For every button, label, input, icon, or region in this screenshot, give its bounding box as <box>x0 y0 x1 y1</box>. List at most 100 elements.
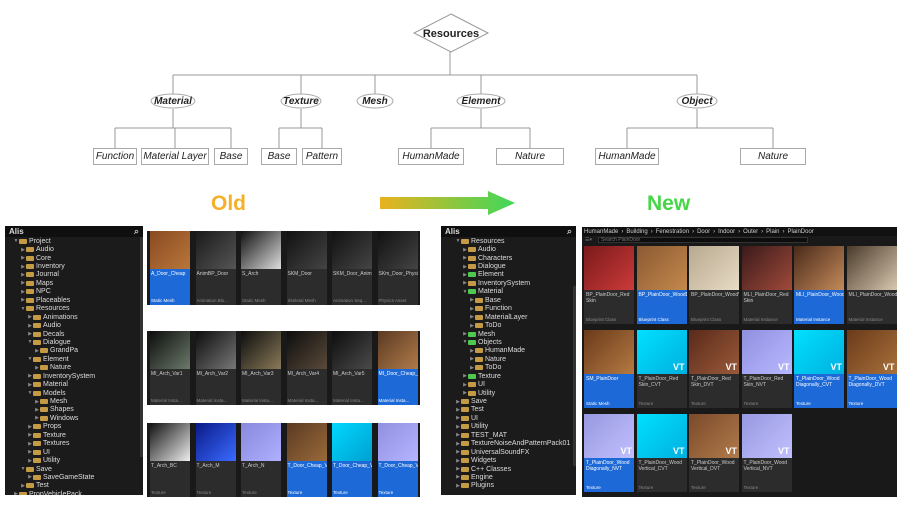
tree-item-animations[interactable]: ▶ Animations <box>5 313 143 321</box>
asset-tile[interactable]: MI_Arch_Var2 Material Insta... <box>195 331 236 405</box>
asset-tile[interactable]: MI_Arch_Var3 Material Insta... <box>241 331 281 405</box>
tree-item-shapes[interactable]: ▶ Shapes <box>5 406 143 414</box>
asset-tile[interactable]: T_PlainDoor_Wood Diagonally_DVT Texture VT <box>846 330 897 408</box>
tree-item-ui[interactable]: ▶ UI <box>441 380 576 388</box>
tree-item-dialogue[interactable]: ▶ Dialogue <box>441 262 576 270</box>
tree-item-materiallayer[interactable]: ▶ MaterialLayer <box>441 313 576 321</box>
asset-tile[interactable]: T_Arch_M Texture <box>195 423 236 497</box>
asset-tile[interactable]: T_Arch_BC Texture <box>150 423 190 497</box>
tree-item-todo[interactable]: ▶ ToDo <box>441 321 576 329</box>
asset-tile[interactable]: MI_Arch_Var5 Material Insta... <box>332 331 372 405</box>
tree-item-element[interactable]: ▼ Element <box>5 355 143 363</box>
tree-item-widgets[interactable]: ▶ Widgets <box>441 456 576 464</box>
breadcrumb-item[interactable]: PlainDoor <box>787 229 813 235</box>
tree-item-props[interactable]: ▶ Props <box>5 423 143 431</box>
tree-item-project[interactable]: ▼ Project <box>5 237 143 245</box>
tree-item-inventorysystem[interactable]: ▶ InventorySystem <box>441 279 576 287</box>
asset-tile[interactable]: T_PlainDoor_Wood Vertical_DVT Texture VT <box>689 414 739 492</box>
breadcrumb-item[interactable]: Plain <box>766 229 779 235</box>
breadcrumb-item[interactable]: HumanMade <box>584 229 618 235</box>
tree-item-ui[interactable]: ▶ UI <box>441 414 576 422</box>
asset-tile[interactable]: MLI_PlainDoor_WoodDiagonally Material Ins… <box>794 246 844 324</box>
tree-item-engine[interactable]: ▶ Engine <box>441 473 576 481</box>
breadcrumb-item[interactable]: Door <box>697 229 710 235</box>
tree-item-audio[interactable]: ▶ Audio <box>5 245 143 253</box>
tree-item-mesh[interactable]: ▶ Mesh <box>441 330 576 338</box>
asset-tile[interactable]: MI_Door_Cheap_V1 Material Insta... <box>377 331 418 405</box>
tree-item-windows[interactable]: ▶ Windows <box>5 414 143 422</box>
asset-tile[interactable]: T_Door_Cheap_Var1_BC Texture <box>286 423 327 497</box>
asset-tile[interactable]: T_PlainDoor_Red Skin_CVT Texture VT <box>636 330 687 408</box>
asset-tile[interactable]: T_PlainDoor_Red Skin_DVT Texture VT <box>689 330 739 408</box>
tree-item-maps[interactable]: ▶ Maps <box>5 279 143 287</box>
asset-tile[interactable]: SKm_Door_PhysicsAsset Physics Asset <box>377 231 418 305</box>
tree-item-material[interactable]: ▶ Material <box>5 380 143 388</box>
search-icon[interactable]: ⌕ <box>134 226 139 237</box>
tree-item-test[interactable]: ▶ Test <box>441 406 576 414</box>
asset-tile[interactable]: BP_PlainDoor_Red Skin Blueprint Class <box>584 246 634 324</box>
search-icon[interactable]: ⌕ <box>567 226 572 237</box>
asset-tile[interactable]: BP_PlainDoor_WoodVertical Blueprint Class <box>689 246 739 324</box>
asset-tile[interactable]: MI_Arch_Var4 Material Insta... <box>286 331 327 405</box>
tree-item-plugins[interactable]: ▶ Plugins <box>441 482 576 490</box>
tree-item-save[interactable]: ▶ Save <box>441 397 576 405</box>
tree-item-base[interactable]: ▶ Base <box>441 296 576 304</box>
breadcrumb-item[interactable]: Indoor <box>718 229 735 235</box>
asset-tile[interactable]: SKM_Door Skeletal Mesh <box>286 231 327 305</box>
tree-item-c-classes[interactable]: ▶ C++ Classes <box>441 465 576 473</box>
tree-item-save[interactable]: ▼ Save <box>5 465 143 473</box>
tree-item-inventorysystem[interactable]: ▶ InventorySystem <box>5 372 143 380</box>
tree-item-audio[interactable]: ▶ Audio <box>5 321 143 329</box>
tree-item-propvehiclepack[interactable]: ▶ PropVehiclePack <box>5 490 143 495</box>
asset-tile[interactable]: T_PlainDoor_Wood Diagonally_CVT Texture VT <box>794 330 844 408</box>
search-input[interactable]: Search PlainDoor <box>598 237 808 243</box>
tree-item-texture[interactable]: ▶ Texture <box>5 431 143 439</box>
tree-item-placeables[interactable]: ▶ Placeables <box>5 296 143 304</box>
asset-tile[interactable]: T_Door_Cheap_Var1_Normal Texture <box>377 423 418 497</box>
tree-item-ui[interactable]: ▶ UI <box>5 448 143 456</box>
breadcrumb-item[interactable]: Building <box>626 229 647 235</box>
tree-item-todo[interactable]: ▶ ToDo <box>441 364 576 372</box>
old-tree-scrollbar[interactable] <box>140 237 143 457</box>
tree-item-savegamestate[interactable]: ▶ SaveGameState <box>5 473 143 481</box>
tree-item-nature[interactable]: ▶ Nature <box>5 364 143 372</box>
tree-item-core[interactable]: ▶ Core <box>5 254 143 262</box>
asset-tile[interactable]: T_PlainDoor_Red Skin_NVT Texture VT <box>741 330 792 408</box>
asset-tile[interactable]: T_PlainDoor_Wood Vertical_NVT Texture VT <box>741 414 792 492</box>
tree-item-material[interactable]: ▼ Material <box>441 288 576 296</box>
filter-icon[interactable]: ☰▾ <box>585 237 592 243</box>
asset-tile[interactable]: T_PlainDoor_Wood Diagonally_NVT Texture VT <box>584 414 634 492</box>
tree-item-decals[interactable]: ▶ Decals <box>5 330 143 338</box>
asset-tile[interactable]: SM_PlainDoor Static Mesh <box>584 330 634 408</box>
tree-item-objects[interactable]: ▼ Objects <box>441 338 576 346</box>
tree-item-utility[interactable]: ▶ Utility <box>441 423 576 431</box>
tree-item-audio[interactable]: ▶ Audio <box>441 245 576 253</box>
asset-tile[interactable]: SKM_Door_Anim Animation Seq... <box>332 231 372 305</box>
asset-tile[interactable]: MLI_PlainDoor_WoodVertical Material Insta… <box>846 246 897 324</box>
tree-item-humanmade[interactable]: ▶ HumanMade <box>441 347 576 355</box>
tree-item-test-mat[interactable]: ▶ TEST_MAT <box>441 431 576 439</box>
tree-item-resources[interactable]: ▼ Resources <box>441 237 576 245</box>
tree-item-texture[interactable]: ▶ Texture <box>441 372 576 380</box>
tree-item-dialogue[interactable]: ▼ Dialogue <box>5 338 143 346</box>
asset-tile[interactable]: S_Arch Static Mesh <box>241 231 281 305</box>
tree-item-journal[interactable]: ▶ Journal <box>5 271 143 279</box>
tree-item-resources[interactable]: ▼ Resources <box>5 305 143 313</box>
tree-item-grandpa[interactable]: ▶ GrandPa <box>5 347 143 355</box>
tree-item-test[interactable]: ▶ Test <box>5 482 143 490</box>
asset-tile[interactable]: T_PlainDoor_Wood Vertical_CVT Texture VT <box>636 414 687 492</box>
tree-item-texturenoiseandpatternpack01[interactable]: ▶ TextureNoiseAndPatternPack01 <box>441 440 576 448</box>
tree-item-inventory[interactable]: ▶ Inventory <box>5 262 143 270</box>
breadcrumb-item[interactable]: Outer <box>743 229 758 235</box>
asset-tile[interactable]: A_Door_Cheap Static Mesh <box>150 231 190 305</box>
asset-tile[interactable]: T_Arch_N Texture <box>241 423 281 497</box>
asset-tile[interactable]: AnimBP_Door Animation Blu... <box>195 231 236 305</box>
tree-item-utility[interactable]: ▶ Utility <box>5 456 143 464</box>
asset-tile[interactable]: T_Door_Cheap_Var1_M Texture <box>332 423 372 497</box>
tree-item-models[interactable]: ▼ Models <box>5 389 143 397</box>
asset-tile[interactable]: MI_Arch_Var1 Material Insta... <box>150 331 190 405</box>
tree-item-element[interactable]: ▶ Element <box>441 271 576 279</box>
tree-item-npc[interactable]: ▶ NPC <box>5 288 143 296</box>
breadcrumb-item[interactable]: Fenestration <box>656 229 689 235</box>
asset-tile[interactable]: BP_PlainDoor_WoodDiagonally Blueprint Cla… <box>636 246 687 324</box>
